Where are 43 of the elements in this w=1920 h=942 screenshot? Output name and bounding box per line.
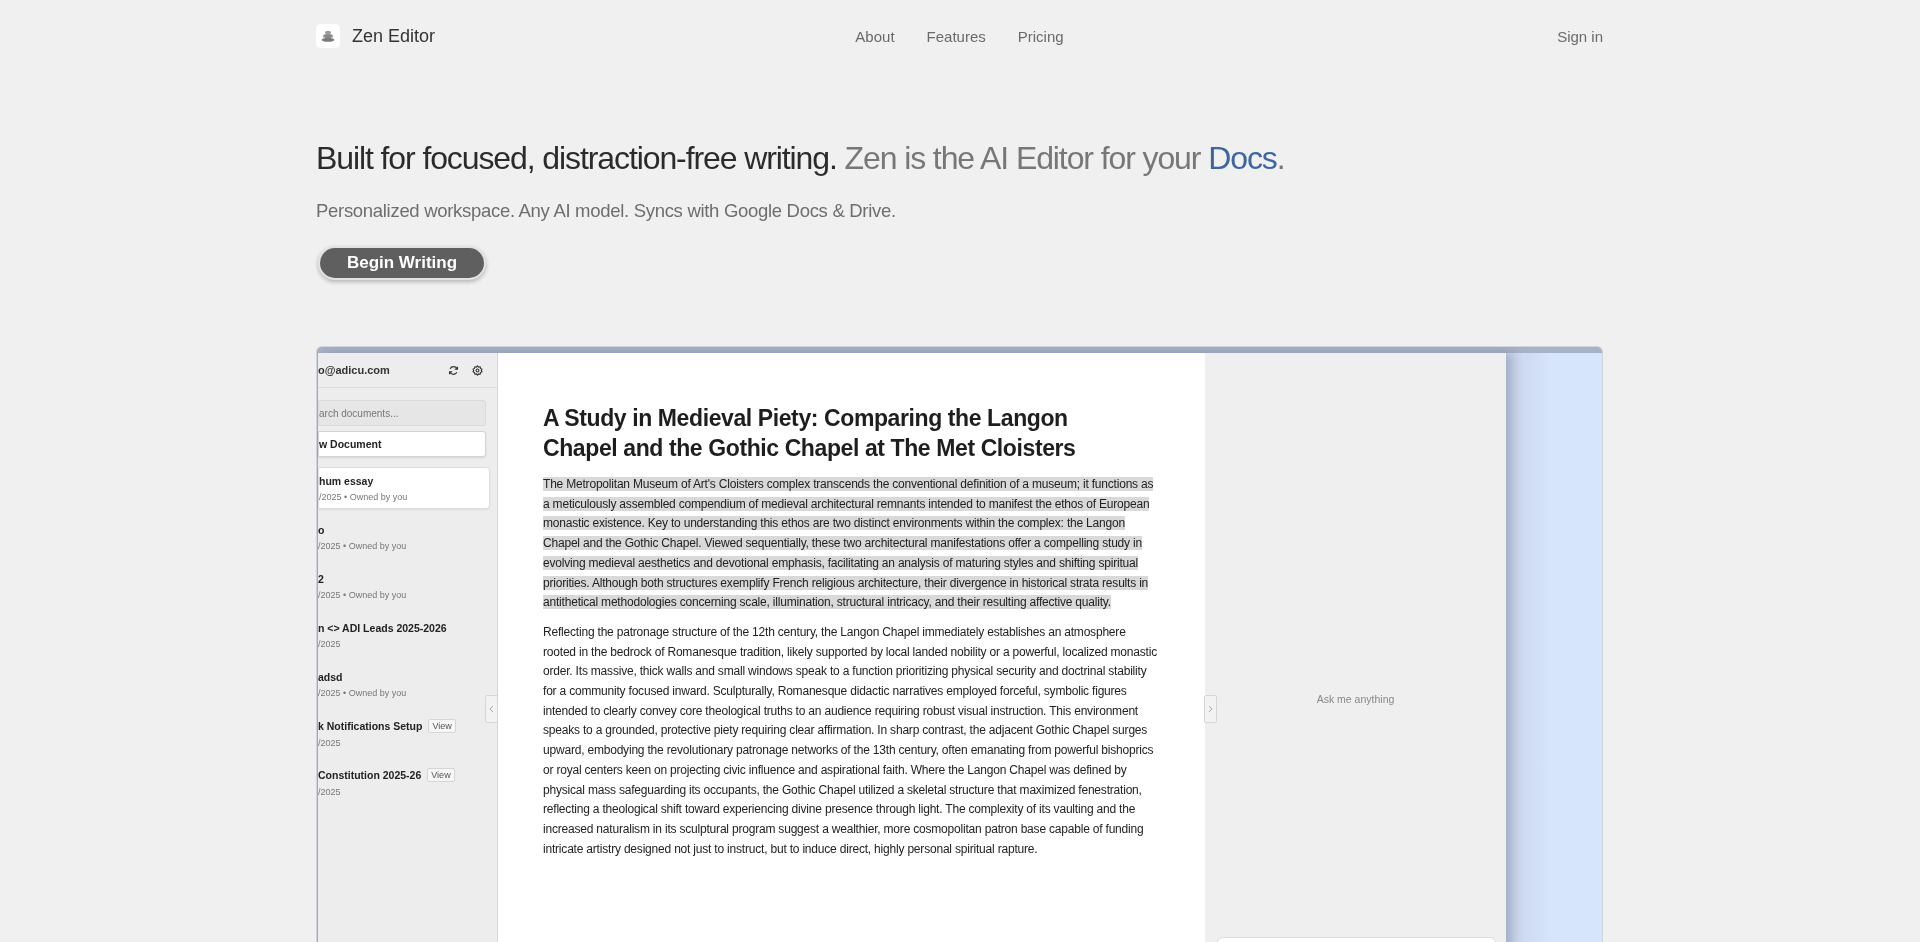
stacked-stones-logo-icon[interactable]	[316, 24, 340, 48]
document-meta: /2025	[318, 638, 342, 649]
account-email: o@adicu.com	[318, 364, 390, 376]
document-item[interactable]: n <> ADI Leads 2025-2026 /2025	[318, 614, 490, 656]
brand-name[interactable]: Zen Editor	[352, 25, 436, 47]
view-tag[interactable]: View	[427, 767, 455, 782]
document-item[interactable]: o /2025 • Owned by you	[318, 516, 490, 558]
document-meta: /2025	[318, 737, 342, 748]
new-document-button[interactable]: w Document	[318, 431, 486, 457]
document-item[interactable]: hum essay /2025 • Owned by you	[318, 467, 490, 509]
document-item[interactable]: adsd /2025 • Owned by you	[318, 663, 490, 705]
document-paragraph: The Metropolitan Museum of Art's Cloisters complex transcends the conventional definition of a museum; it functions as a meticulously assembled compendium of medieval architectural remnants intended to manifest the ethos of European monastic existence. Key to understanding this ethos are two distinct environments within the complex: the Langon Chapel and the Gothic Chapel. Viewed sequentially, these two architectural manifestations offer a compelling study in evolving medieval aesthetics and devotional emphasis, facilitating an analysis of maturing styles and shifting spiritual priorities. Although both structures exemplify French religious architecture, their divergence in historical strata results in antithetical methodologies concerning scale, illumination, structural intricacy, and their resulting affective quality.	[543, 476, 1155, 612]
view-tag[interactable]: View	[428, 718, 456, 733]
document-title: k Notifications Setup	[318, 719, 423, 732]
sign-in-link[interactable]: Sign in	[1174, 27, 1603, 45]
document-meta: /2025 • Owned by you	[318, 687, 408, 698]
document-title: o	[318, 523, 325, 536]
search-field[interactable]: arch documents...	[318, 400, 486, 426]
headline: Built for focused, distraction-free writing. Zen is the AI Editor for your Docs.	[316, 140, 1286, 177]
chevron-left-icon	[489, 705, 494, 713]
nav-link[interactable]: Features	[926, 27, 986, 45]
subtitle: Personalized workspace. Any AI model. Syncs with Google Docs & Drive.	[316, 200, 897, 222]
nav-link[interactable]: About	[855, 27, 895, 45]
document-title: 2	[318, 572, 324, 585]
assistant-empty-text: Ask me anything	[1316, 693, 1395, 705]
document-item[interactable]: k Notifications Setup View /2025	[318, 712, 490, 754]
chevron-right-icon	[1208, 705, 1213, 713]
document-paragraph: Reflecting the patronage structure of the 12th century, the Langon Chapel immediately establishes an atmosphere rooted in the bedrock of Romanesque tradition, likely supported by local landed nobility or a powerful, localized monastic order. Its massive, thick walls and small windows speak to a function prioritizing physical security and doctrinal stability for a community focused inward. Sculpturally, Romanesque didactic narratives employed forceful, symbolic figures intended to clearly convey core theological truths to an audience requiring robust visual instruction. This environment speaks to a grounded, protective piety requiring clear affirmation. In sharp contrast, the adjacent Gothic Chapel surges upward, embodying the revolutionary patronage networks of the 13th century, often emanating from powerful bishoprics or royal centers keen on projecting civic influence and aspirational faith. Where the Langon Chapel was defined by physical mass safeguarding its occupants, the Gothic Chapel utilized a skeletal structure that maximized fenestration, reflecting a theological shift toward experiencing divine presence through light. The complexity of its vaulting and the increased naturalism in its sculptural program suggest a wealthier, more cosmopolitan patron base capable of funding intricate artistry designed not just to instruct, but to induce direct, highly personal spiritual rapture.	[543, 623, 1158, 858]
nav-link[interactable]: Pricing	[1017, 27, 1064, 45]
document-item[interactable]: 2 /2025 • Owned by you	[318, 565, 490, 607]
begin-writing-button[interactable]: Begin Writing	[318, 246, 486, 280]
document-meta: /2025 • Owned by you	[319, 491, 409, 502]
settings-icon[interactable]	[472, 364, 483, 376]
document-meta: /2025 • Owned by you	[318, 540, 408, 551]
document-title: adsd	[318, 670, 343, 683]
document-meta: /2025 • Owned by you	[318, 589, 408, 600]
document-title-heading: A Study in Medieval Piety: Comparing the Langon Chapel and the Gothic Chapel at The Met Cloisters	[543, 404, 1077, 463]
document-title: n <> ADI Leads 2025-2026	[318, 621, 447, 634]
document-item[interactable]: Constitution 2025-26 View /2025	[318, 761, 490, 803]
document-title: hum essay	[319, 474, 374, 487]
refresh-icon[interactable]	[448, 364, 459, 376]
document-title: Constitution 2025-26	[318, 768, 422, 781]
document-meta: /2025	[318, 786, 342, 797]
